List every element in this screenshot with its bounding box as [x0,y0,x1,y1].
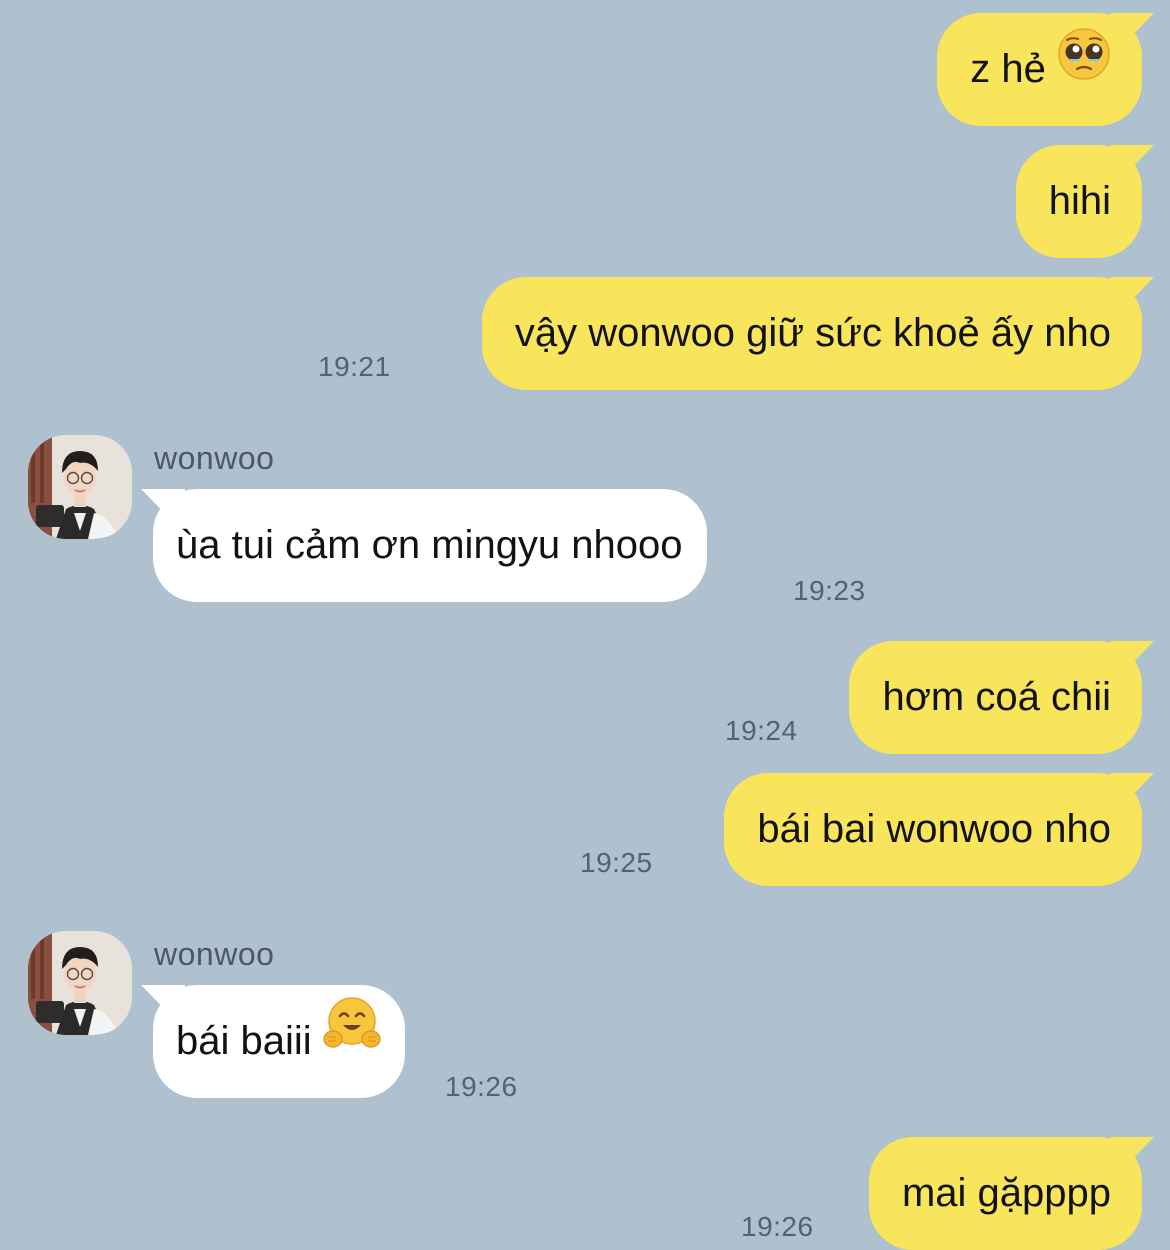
message-text: vậy wonwoo giữ sức khoẻ ấy nho [514,311,1111,355]
message-text: mai gặpppp [901,1171,1111,1215]
contact-avatar[interactable] [28,931,132,1035]
pleading-face-icon [1057,12,1111,125]
message-bubble-outgoing[interactable]: hơm coá chii [849,641,1142,754]
message-text: hơm coá chii [882,675,1111,719]
message-text: z hẻ [970,47,1046,91]
message-text: hihi [1048,179,1111,223]
sender-name: wonwoo [154,440,275,476]
message-timestamp: 19:21 [318,351,391,382]
contact-avatar[interactable] [28,435,132,539]
message-text: bái bai wonwoo nho [757,807,1111,851]
avatar-photo-icon [28,931,132,1035]
avatar-photo-icon [28,435,132,539]
message-text: ùa tui cảm ơn mingyu nhooo [176,523,683,567]
message-text: bái baiii [176,1019,312,1063]
message-bubble-outgoing[interactable]: vậy wonwoo giữ sức khoẻ ấy nho [481,277,1142,390]
message-bubble-outgoing[interactable]: mai gặpppp [868,1137,1142,1250]
message-bubble-outgoing[interactable]: bái bai wonwoo nho [724,773,1142,886]
hugging-face-icon [323,984,381,1097]
chat-thread[interactable]: z hẻ hihi vậy wonwoo giữ sức khoẻ ấy nho… [0,0,1170,1250]
message-timestamp: 19:25 [580,847,653,878]
message-timestamp: 19:23 [793,575,866,606]
message-bubble-outgoing[interactable]: z hẻ [937,13,1142,126]
message-timestamp: 19:24 [725,715,798,746]
sender-name: wonwoo [154,936,275,972]
message-bubble-outgoing[interactable]: hihi [1015,145,1142,258]
message-timestamp: 19:26 [445,1071,518,1102]
message-bubble-incoming[interactable]: bái baiii [153,985,405,1098]
message-timestamp: 19:26 [741,1211,814,1242]
message-bubble-incoming[interactable]: ùa tui cảm ơn mingyu nhooo [153,489,707,602]
